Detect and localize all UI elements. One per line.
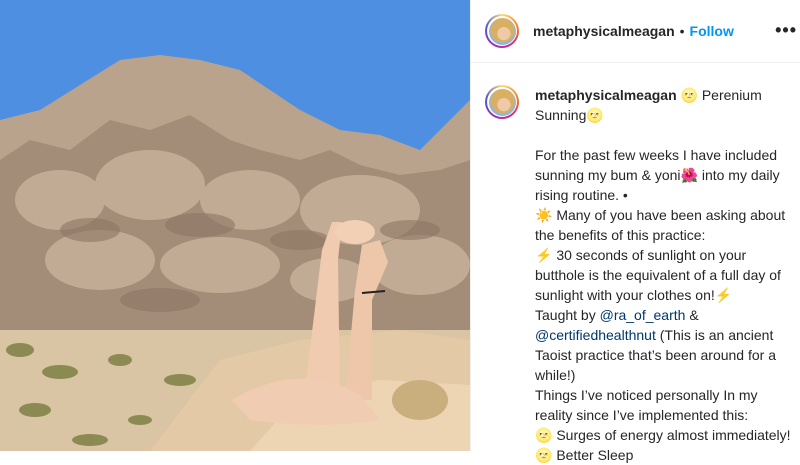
header-separator: • [679, 23, 685, 39]
post-header: metaphysicalmeagan • Follow ••• [471, 0, 800, 63]
caption-taught-line: Taught by @ra_of_earth & @certifiedhealt… [535, 305, 797, 385]
caption-comment: metaphysicalmeagan 🌝 Perenium Sunning🌝 F… [471, 63, 800, 465]
instagram-post: metaphysicalmeagan • Follow ••• metaphys… [0, 0, 800, 463]
post-photo[interactable] [0, 0, 470, 451]
caption-line-3: ⚡️ 30 seconds of sunlight on your buttho… [535, 247, 781, 303]
caption-text: metaphysicalmeagan 🌝 Perenium Sunning🌝 F… [535, 85, 797, 465]
avatar-inner [487, 16, 517, 46]
caption-line-4: Things I’ve noticed personally In my rea… [535, 387, 758, 423]
caption-title-line: metaphysicalmeagan 🌝 Perenium Sunning🌝 [535, 85, 797, 125]
caption-avatar-inner [487, 87, 517, 117]
post-photo-image [0, 0, 470, 451]
ampersand: & [685, 307, 699, 323]
mention-certifiedhealthnut[interactable]: @certifiedhealthnut [535, 327, 656, 343]
mention-ra-of-earth[interactable]: @ra_of_earth [600, 307, 686, 323]
follow-button[interactable]: Follow [690, 23, 734, 39]
caption-username[interactable]: metaphysicalmeagan [535, 87, 677, 103]
avatar[interactable] [485, 14, 519, 48]
caption-line-2: ☀️ Many of you have been asking about th… [535, 207, 786, 243]
taught-prefix: Taught by [535, 307, 600, 323]
avatar-image [488, 17, 516, 45]
caption-line-1: For the past few weeks I have included s… [535, 147, 780, 203]
caption-line-6: 🌝 Better Sleep [535, 447, 634, 463]
caption-gap [535, 125, 797, 145]
header-username[interactable]: metaphysicalmeagan [533, 23, 675, 39]
post-panel: metaphysicalmeagan • Follow ••• metaphys… [470, 0, 800, 463]
caption-avatar-image [488, 88, 516, 116]
caption-avatar[interactable] [485, 85, 519, 119]
more-options-icon[interactable]: ••• [775, 20, 797, 41]
caption-line-5: 🌝 Surges of energy almost immediately! [535, 427, 791, 443]
